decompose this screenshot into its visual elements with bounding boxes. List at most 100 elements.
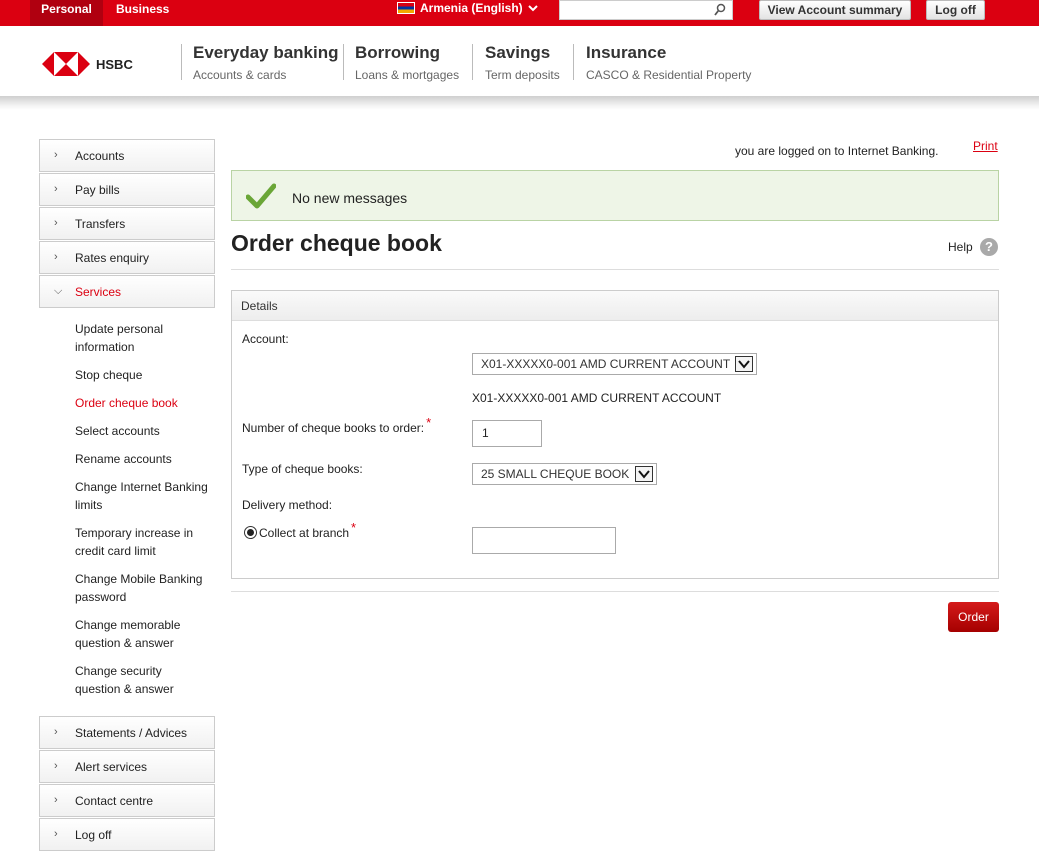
print-link[interactable]: Print [973, 139, 998, 153]
sidebar-item-rates-enquiry[interactable]: › Rates enquiry [39, 241, 215, 274]
nav-insurance[interactable]: Insurance CASCO & Residential Property [586, 43, 751, 82]
nav-everyday-banking[interactable]: Everyday banking Accounts & cards [193, 43, 339, 82]
sidebar-item-label: Alert services [75, 760, 148, 774]
details-header: Details [232, 291, 998, 321]
brand-name: HSBC [96, 56, 133, 72]
submenu-item[interactable]: Change Internet Banking limits [75, 478, 210, 514]
help-link[interactable]: Help [948, 240, 973, 254]
nav-title: Savings [485, 43, 551, 62]
submenu-item[interactable]: Select accounts [75, 422, 210, 440]
sidebar-item-label: Statements / Advices [75, 726, 188, 740]
services-submenu: Update personal information Stop cheque … [39, 309, 215, 716]
account-label: Account: [242, 332, 289, 346]
nav-divider [181, 44, 182, 80]
sidebar-item-label: Services [75, 285, 122, 299]
nav-divider [573, 44, 574, 80]
message-text: No new messages [292, 190, 408, 206]
search-input[interactable] [559, 0, 733, 20]
chevron-right-icon: › [54, 217, 58, 229]
sidebar-item-label: Log off [75, 828, 112, 842]
details-panel: Details Account: X01-XXXXX0-001 AMD CURR… [231, 290, 999, 579]
collect-at-branch-radio[interactable] [244, 526, 257, 539]
log-off-button[interactable]: Log off [926, 0, 985, 20]
chevron-down-icon: ⌵ [54, 285, 63, 297]
header-shadow [0, 96, 1039, 110]
submenu-item[interactable]: Rename accounts [75, 450, 210, 468]
nav-subtitle: Accounts & cards [193, 68, 287, 82]
sidebar-item-pay-bills[interactable]: › Pay bills [39, 173, 215, 206]
account-display: X01-XXXXX0-001 AMD CURRENT ACCOUNT [472, 391, 722, 405]
chevron-right-icon: › [54, 794, 58, 806]
sidebar-item-alert-services[interactable]: › Alert services [39, 750, 215, 783]
hsbc-hexagon-icon [42, 52, 90, 76]
submenu-item[interactable]: Change memorable question & answer [75, 616, 210, 652]
sidebar-item-services[interactable]: ⌵ Services [39, 275, 215, 308]
help-icon[interactable]: ? [980, 238, 998, 256]
chevron-right-icon: › [54, 828, 58, 840]
branch-input[interactable] [472, 527, 616, 554]
number-label-text: Number of cheque books to order: [242, 421, 425, 435]
type-label: Type of cheque books: [242, 462, 363, 476]
nav-title: Borrowing [355, 43, 440, 62]
required-marker: * [426, 415, 432, 430]
armenia-flag-icon [397, 2, 415, 14]
view-account-summary-button[interactable]: View Account summary [759, 0, 911, 20]
language-label: Armenia (English) [420, 1, 523, 15]
cheque-type-select[interactable]: 25 SMALL CHEQUE BOOK [472, 463, 657, 485]
search-icon[interactable] [714, 3, 726, 17]
chevron-right-icon: › [54, 149, 58, 161]
delivery-label: Delivery method: [242, 498, 333, 512]
nav-divider [343, 44, 344, 80]
nav-borrowing[interactable]: Borrowing Loans & mortgages [355, 43, 459, 82]
submenu-item-active[interactable]: Order cheque book [75, 394, 210, 412]
sidebar-item-contact-centre[interactable]: › Contact centre [39, 784, 215, 817]
sidebar-item-log-off[interactable]: › Log off [39, 818, 215, 851]
sidebar-item-statements[interactable]: › Statements / Advices [39, 716, 215, 749]
sidebar-item-transfers[interactable]: › Transfers [39, 207, 215, 240]
chevron-down-icon [527, 5, 538, 12]
account-select-value: X01-XXXXX0-001 AMD CURRENT ACCOUNT [481, 357, 731, 371]
chevron-right-icon: › [54, 183, 58, 195]
sidebar-item-label: Rates enquiry [75, 251, 150, 265]
dropdown-arrow-icon [635, 466, 653, 482]
top-bar: Personal Business Armenia (English) View… [0, 0, 1039, 26]
submenu-item[interactable]: Update personal information [75, 320, 210, 356]
divider [231, 269, 999, 270]
submenu-item[interactable]: Temporary increase in credit card limit [75, 524, 210, 560]
tab-business[interactable]: Business [116, 0, 169, 26]
checkmark-icon [246, 183, 276, 209]
dropdown-arrow-icon [735, 356, 753, 372]
number-of-books-input[interactable]: 1 [472, 420, 542, 447]
hsbc-logo[interactable]: HSBC [42, 52, 133, 76]
collect-label: Collect at branch * [259, 520, 356, 540]
sidebar-nav: › Accounts › Pay bills › Transfers › Rat… [39, 139, 215, 852]
chevron-right-icon: › [54, 760, 58, 772]
cheque-type-value: 25 SMALL CHEQUE BOOK [481, 467, 630, 481]
number-label: Number of cheque books to order: * [242, 415, 431, 435]
submenu-item[interactable]: Change security question & answer [75, 662, 210, 698]
sidebar-item-label: Pay bills [75, 183, 120, 197]
chevron-right-icon: › [54, 251, 58, 263]
submenu-item[interactable]: Change Mobile Banking password [75, 570, 210, 606]
sidebar-item-label: Accounts [75, 149, 125, 163]
nav-subtitle: CASCO & Residential Property [586, 68, 752, 82]
order-button[interactable]: Order [948, 602, 999, 632]
nav-subtitle: Term deposits [485, 68, 560, 82]
nav-divider [472, 44, 473, 80]
language-selector[interactable]: Armenia (English) [397, 1, 538, 15]
sidebar-item-label: Transfers [75, 217, 126, 231]
nav-savings[interactable]: Savings Term deposits [485, 43, 560, 82]
sidebar-item-accounts[interactable]: › Accounts [39, 139, 215, 172]
nav-subtitle: Loans & mortgages [355, 68, 460, 82]
page-title: Order cheque book [231, 230, 442, 256]
submenu-item[interactable]: Stop cheque [75, 366, 210, 384]
login-status: you are logged on to Internet Banking. [735, 144, 939, 158]
account-select[interactable]: X01-XXXXX0-001 AMD CURRENT ACCOUNT [472, 353, 757, 375]
main-header: HSBC Everyday banking Accounts & cards B… [0, 26, 1039, 100]
divider [231, 591, 999, 592]
collect-label-text: Collect at branch [259, 526, 350, 540]
message-banner: No new messages [231, 170, 999, 221]
nav-title: Insurance [586, 43, 667, 62]
nav-title: Everyday banking [193, 43, 339, 62]
tab-personal[interactable]: Personal [30, 0, 103, 26]
